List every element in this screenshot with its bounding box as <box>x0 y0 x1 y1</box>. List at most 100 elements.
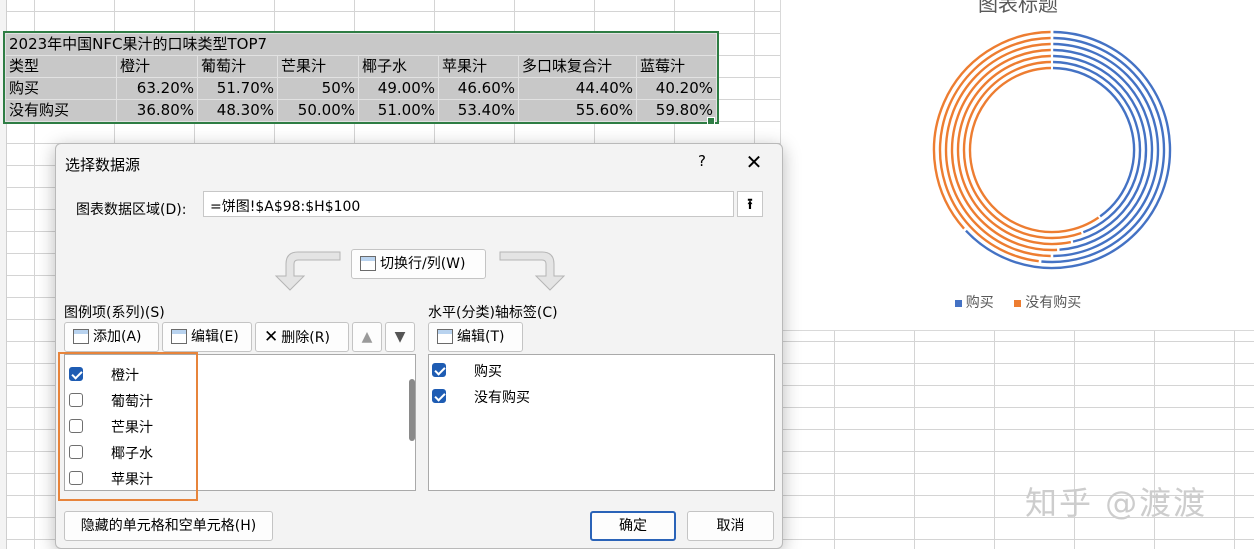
value-cell[interactable]: 59.80% <box>636 99 717 122</box>
value-cell[interactable]: 63.20% <box>116 77 198 100</box>
doughnut-segment[interactable] <box>1052 66 1136 218</box>
value-cell[interactable]: 51.00% <box>358 99 439 122</box>
series-list[interactable]: 橙汁 葡萄汁 芒果汁 椰子水 苹果汁 <box>64 354 416 491</box>
legend-item: 购买 <box>954 292 994 312</box>
header-cell[interactable]: 葡萄汁 <box>197 55 278 78</box>
value-cell[interactable]: 50% <box>277 77 359 100</box>
doughnut-chart[interactable]: 图表标题 购买 没有购买 <box>780 0 1254 331</box>
switch-row-column-button[interactable]: 切换行/列(W) <box>351 249 486 279</box>
doughnut-plot <box>932 30 1172 270</box>
edit-axis-labels-label: 编辑(T) <box>457 329 505 345</box>
legend-swatch <box>954 299 962 307</box>
data-table[interactable]: 2023年中国NFC果汁的口味类型TOP7 类型 橙汁 葡萄汁 芒果汁 椰子水 … <box>3 31 719 124</box>
series-checkbox[interactable] <box>69 419 83 433</box>
legend-label: 没有购买 <box>1025 295 1082 311</box>
row-label-cell[interactable]: 购买 <box>5 77 117 100</box>
delete-x-icon: ✕ <box>264 327 279 347</box>
value-cell[interactable]: 53.40% <box>438 99 519 122</box>
value-cell[interactable]: 36.80% <box>116 99 198 122</box>
doughnut-segment[interactable] <box>950 48 1058 252</box>
delete-series-label: 删除(R) <box>281 330 330 346</box>
help-button[interactable]: ? <box>692 152 712 170</box>
ok-button[interactable]: 确定 <box>590 511 676 541</box>
table-title-row: 2023年中国NFC果汁的口味类型TOP7 <box>5 33 717 56</box>
value-cell[interactable]: 55.60% <box>518 99 637 122</box>
header-cell[interactable]: 苹果汁 <box>438 55 519 78</box>
delete-series-button[interactable]: ✕ 删除(R) <box>255 322 349 352</box>
edit-series-label: 编辑(E) <box>191 329 239 345</box>
series-checkbox[interactable] <box>69 445 83 459</box>
edit-icon <box>171 329 187 344</box>
collapse-dialog-button[interactable]: ⭱ <box>737 191 763 217</box>
series-list-scrollbar[interactable] <box>409 379 415 441</box>
value-cell[interactable]: 46.60% <box>438 77 519 100</box>
upload-arrow-icon: ⭱ <box>747 195 753 213</box>
edit-icon <box>437 329 453 344</box>
list-item[interactable]: 芒果汁 <box>65 413 415 439</box>
series-checkbox[interactable] <box>69 393 83 407</box>
row-label-cell[interactable]: 没有购买 <box>5 99 117 122</box>
switch-row-column-icon <box>360 256 376 271</box>
edit-series-button[interactable]: 编辑(E) <box>162 322 252 352</box>
list-item[interactable]: 购买 <box>429 357 774 383</box>
header-cell[interactable]: 多口味复合汁 <box>518 55 637 78</box>
series-checkbox[interactable] <box>69 471 83 485</box>
cancel-button[interactable]: 取消 <box>687 511 774 541</box>
series-label: 葡萄汁 <box>111 394 153 410</box>
chart-range-input[interactable]: =饼图!$A$98:$H$100 <box>203 191 734 217</box>
value-cell[interactable]: 49.00% <box>358 77 439 100</box>
header-cell[interactable]: 类型 <box>5 55 117 78</box>
switch-row-column-label: 切换行/列(W) <box>380 256 466 272</box>
axis-label-checkbox[interactable] <box>432 363 446 377</box>
table-title[interactable]: 2023年中国NFC果汁的口味类型TOP7 <box>5 33 717 56</box>
value-cell[interactable]: 40.20% <box>636 77 717 100</box>
curved-arrow-right-icon <box>499 251 566 291</box>
selection-fill-handle[interactable] <box>707 117 715 125</box>
doughnut-segment[interactable] <box>968 66 1100 234</box>
chart-legend[interactable]: 购买 没有购买 <box>781 292 1254 312</box>
series-label: 椰子水 <box>111 446 153 462</box>
range-label: 图表数据区域(D): <box>76 202 187 218</box>
list-item[interactable]: 没有购买 <box>429 383 774 409</box>
move-up-button[interactable]: ▲ <box>352 322 382 352</box>
list-item[interactable]: 葡萄汁 <box>65 387 415 413</box>
series-checkbox[interactable] <box>69 367 83 381</box>
header-cell[interactable]: 橙汁 <box>116 55 198 78</box>
axis-label-text: 购买 <box>474 364 502 380</box>
list-item[interactable]: 苹果汁 <box>65 465 415 491</box>
doughnut-segment[interactable] <box>956 54 1072 246</box>
move-down-button[interactable]: ▼ <box>385 322 415 352</box>
value-cell[interactable]: 44.40% <box>518 77 637 100</box>
axis-label-text: 没有购买 <box>474 390 530 406</box>
edit-axis-labels-button[interactable]: 编辑(T) <box>428 322 523 352</box>
doughnut-segment[interactable] <box>1053 48 1154 251</box>
value-cell[interactable]: 48.30% <box>197 99 278 122</box>
curved-arrow-left-icon <box>274 251 341 291</box>
add-series-button[interactable]: 添加(A) <box>64 322 159 352</box>
legend-series-label: 图例项(系列)(S) <box>64 305 165 321</box>
series-label: 芒果汁 <box>111 420 153 436</box>
legend-label: 购买 <box>965 295 994 311</box>
hidden-empty-cells-button[interactable]: 隐藏的单元格和空单元格(H) <box>64 511 273 541</box>
header-cell[interactable]: 椰子水 <box>358 55 439 78</box>
list-item[interactable]: 椰子水 <box>65 439 415 465</box>
add-series-label: 添加(A) <box>93 329 142 345</box>
header-cell[interactable]: 蓝莓汁 <box>636 55 717 78</box>
dialog-title: 选择数据源 <box>65 156 141 174</box>
table-header-row: 类型 橙汁 葡萄汁 芒果汁 椰子水 苹果汁 多口味复合汁 蓝莓汁 <box>5 55 717 78</box>
header-cell[interactable]: 芒果汁 <box>277 55 359 78</box>
table-row: 购买 63.20% 51.70% 50% 49.00% 46.60% 44.40… <box>5 77 717 100</box>
legend-swatch <box>1014 299 1022 307</box>
series-label: 苹果汁 <box>111 472 153 488</box>
doughnut-segment[interactable] <box>938 36 1051 263</box>
axis-labels-list[interactable]: 购买 没有购买 <box>428 354 775 491</box>
list-item[interactable]: 橙汁 <box>65 361 415 387</box>
value-cell[interactable]: 50.00% <box>277 99 359 122</box>
close-button[interactable]: ✕ <box>742 150 766 174</box>
watermark: 知乎 @渡渡 <box>1025 484 1208 522</box>
value-cell[interactable]: 51.70% <box>197 77 278 100</box>
series-label: 橙汁 <box>111 368 139 384</box>
axis-labels-label: 水平(分类)轴标签(C) <box>428 305 558 321</box>
axis-label-checkbox[interactable] <box>432 389 446 403</box>
select-data-source-dialog[interactable]: 选择数据源 ? ✕ 图表数据区域(D): =饼图!$A$98:$H$100 ⭱ … <box>55 143 783 549</box>
